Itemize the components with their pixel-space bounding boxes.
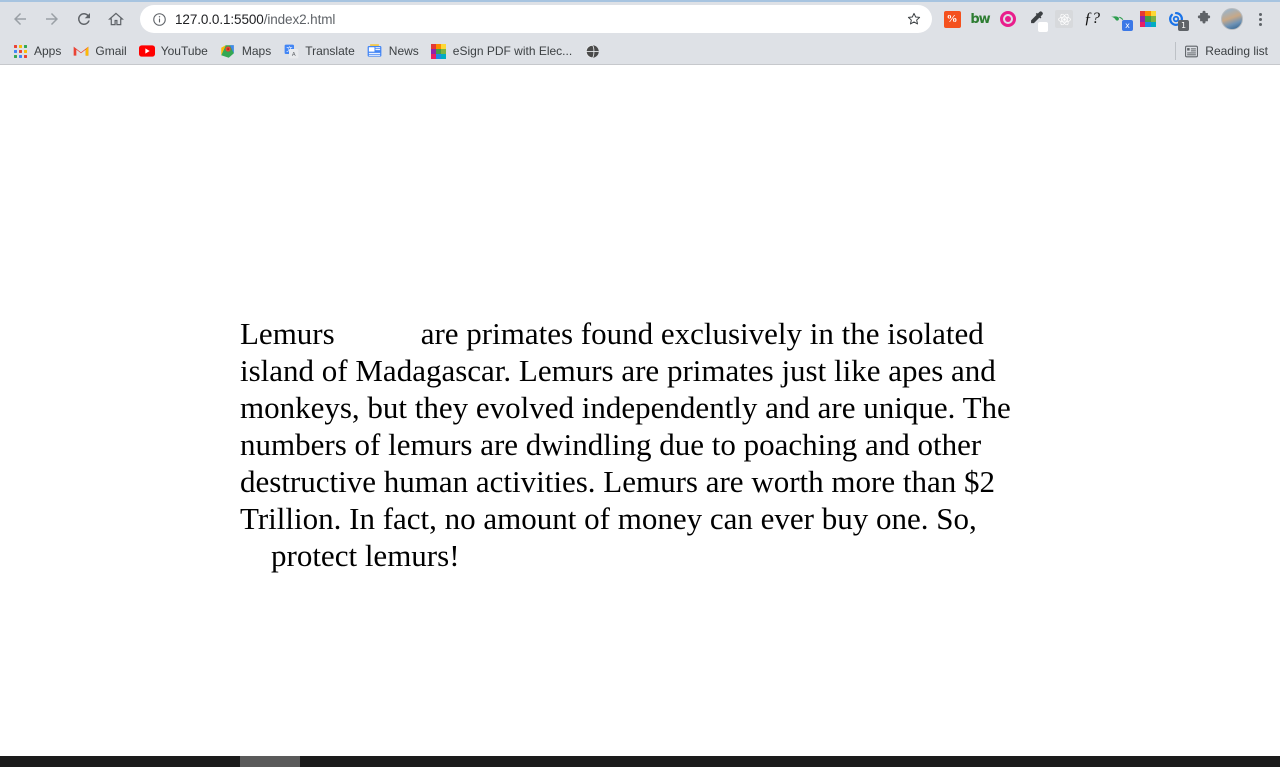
- eye-icon: [1000, 11, 1016, 27]
- apps-grid-icon: [12, 43, 28, 59]
- bookmark-item-translate[interactable]: 文 A Translate: [279, 41, 361, 62]
- paragraph-lead-word: Lemurs: [240, 316, 335, 351]
- settings-sync-extension-button[interactable]: 1: [1162, 5, 1190, 33]
- taskbar-left-region: [0, 756, 240, 767]
- profile-avatar-button[interactable]: [1218, 5, 1246, 33]
- url-text[interactable]: 127.0.0.1:5500/index2.html: [168, 12, 902, 27]
- reload-icon: [77, 12, 90, 25]
- bookmark-item-apps[interactable]: Apps: [8, 41, 67, 62]
- bookmark-item-news[interactable]: News: [363, 41, 425, 62]
- puzzle-piece-icon: [1197, 10, 1211, 24]
- percent-extension-button[interactable]: %: [938, 5, 966, 33]
- bookmark-star-button[interactable]: [902, 7, 926, 31]
- reload-button[interactable]: [69, 4, 99, 34]
- page-viewport: Lemurs are primates found exclusively in …: [0, 65, 1280, 756]
- paragraph-body: are primates found exclusively in the is…: [240, 316, 1019, 536]
- eyedropper-extension-button[interactable]: [1022, 5, 1050, 33]
- function-question-icon: ƒ?: [1084, 10, 1100, 27]
- site-info-icon[interactable]: [150, 10, 168, 28]
- taskbar-active-window[interactable]: [240, 756, 300, 767]
- home-button[interactable]: [101, 4, 131, 34]
- info-circle-icon: [152, 12, 166, 26]
- reading-list-label: Reading list: [1205, 44, 1268, 58]
- url-host: 127.0.0.1:5500: [175, 11, 264, 27]
- extensions-puzzle-button[interactable]: [1190, 5, 1218, 33]
- color-grid-icon: [1139, 10, 1157, 28]
- function-extension-button[interactable]: ƒ?: [1078, 5, 1106, 33]
- bookmark-item-youtube[interactable]: YouTube: [135, 41, 214, 62]
- forward-button[interactable]: [37, 4, 67, 34]
- kebab-menu-icon: [1258, 12, 1262, 26]
- bookmarks-bar: Apps Gmail YouTube Maps A Translate News…: [0, 38, 1280, 65]
- extensions-strip: % bw ƒ? x 1: [938, 5, 1274, 33]
- maps-icon: [220, 43, 236, 59]
- star-icon: [907, 12, 921, 25]
- bookmark-item-esign-pdf[interactable]: eSign PDF with Elec...: [427, 41, 578, 62]
- svg-text:A: A: [292, 52, 296, 58]
- eyedropper-swatch: [1038, 22, 1048, 32]
- color-picker-extension-button[interactable]: [1134, 5, 1162, 33]
- forward-arrow-icon: [46, 13, 58, 25]
- youtube-icon: [138, 43, 155, 59]
- eye-recorder-extension-button[interactable]: [994, 5, 1022, 33]
- bw-extension-button[interactable]: bw: [966, 5, 994, 33]
- react-icon: [1055, 10, 1073, 28]
- glasses-extension-button[interactable]: x: [1106, 5, 1134, 33]
- globe-icon: [584, 43, 600, 59]
- sync-badge-count: 1: [1178, 20, 1189, 31]
- react-devtools-extension-button[interactable]: [1050, 5, 1078, 33]
- percent-icon: %: [943, 10, 961, 28]
- bookmark-label: Gmail: [95, 44, 127, 58]
- home-icon: [108, 12, 124, 26]
- browser-window: 127.0.0.1:5500/index2.html % bw ƒ? x 1 A…: [0, 0, 1280, 767]
- gmail-icon: [73, 43, 89, 59]
- taskbar-right-region: [300, 756, 1280, 767]
- news-icon: [367, 43, 383, 59]
- bookmark-item-globe[interactable]: [580, 41, 606, 62]
- bookmark-label: YouTube: [160, 44, 208, 58]
- avatar: [1221, 8, 1243, 30]
- bookmark-label: Translate: [305, 44, 355, 58]
- reading-list-icon: [1184, 44, 1199, 59]
- bookmark-label: News: [388, 44, 419, 58]
- glasses-badge: x: [1122, 20, 1133, 31]
- translate-icon: 文 A: [283, 43, 299, 59]
- lemur-paragraph: Lemurs are primates found exclusively in …: [240, 315, 1045, 574]
- back-arrow-icon: [14, 13, 26, 25]
- esign-icon: [431, 43, 447, 59]
- chrome-menu-button[interactable]: [1246, 5, 1274, 33]
- address-bar[interactable]: 127.0.0.1:5500/index2.html: [140, 5, 932, 33]
- reading-list-button[interactable]: Reading list: [1175, 42, 1272, 60]
- bookmark-item-gmail[interactable]: Gmail: [69, 41, 132, 62]
- back-button[interactable]: [5, 4, 35, 34]
- browser-toolbar: 127.0.0.1:5500/index2.html % bw ƒ? x 1: [0, 0, 1280, 38]
- bookmark-item-maps[interactable]: Maps: [216, 41, 277, 62]
- bookmark-label: Maps: [241, 44, 272, 58]
- paragraph-closing: protect lemurs!: [271, 538, 460, 573]
- url-path: /index2.html: [263, 11, 336, 27]
- bw-icon: bw: [970, 11, 990, 27]
- os-taskbar: [0, 756, 1280, 767]
- bookmark-label: eSign PDF with Elec...: [452, 44, 573, 58]
- bookmark-label: Apps: [34, 44, 62, 58]
